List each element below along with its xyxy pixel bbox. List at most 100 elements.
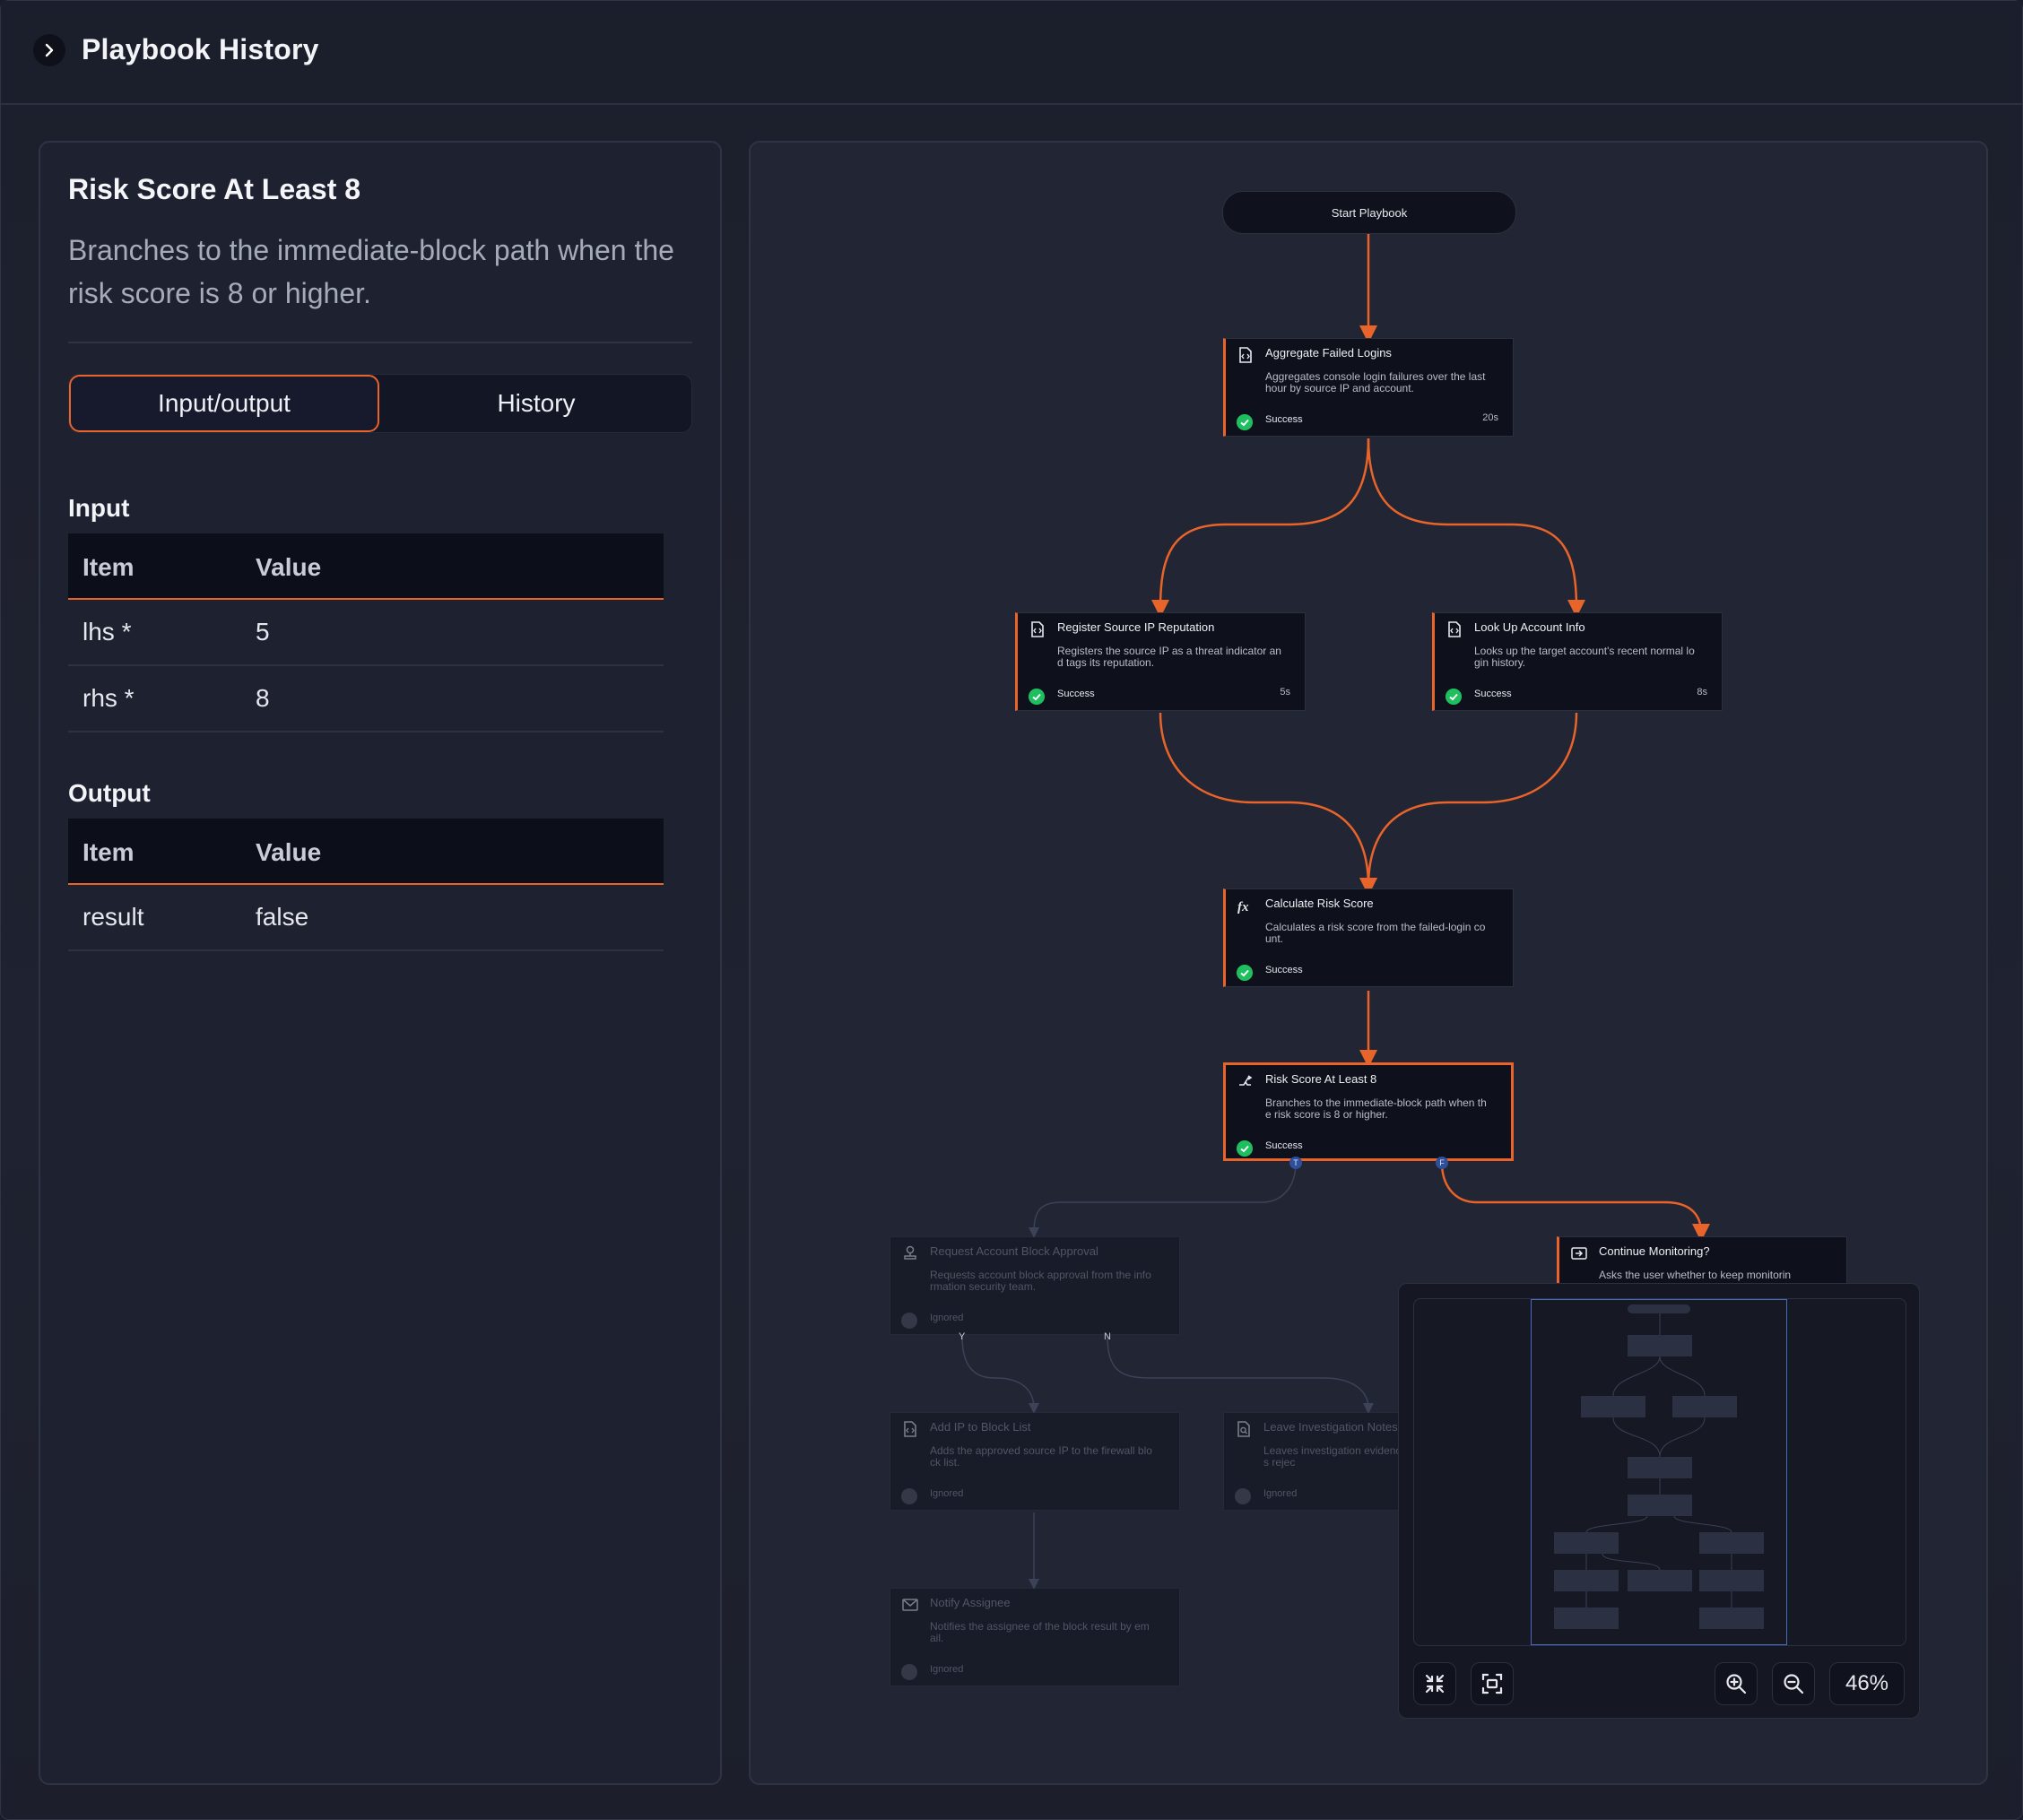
top-bar: Playbook History — [1, 1, 2022, 105]
step-detail-panel: Risk Score At Least 8 Branches to the im… — [39, 141, 722, 1785]
page-title: Playbook History — [82, 33, 319, 65]
success-check-icon — [1237, 414, 1253, 430]
table-row: result false — [68, 885, 664, 951]
node-status: Success — [1474, 689, 1512, 699]
table-row: lhs * 5 — [68, 600, 664, 666]
edge — [1359, 712, 1578, 896]
tab-input-output[interactable]: Input/output — [69, 375, 379, 432]
zoom-in-icon — [1726, 1674, 1747, 1694]
node-notify-assignee[interactable]: Notify Assignee Notifies the assignee of… — [890, 1588, 1180, 1686]
ignored-icon — [901, 1313, 917, 1329]
app-window: Playbook History Risk Score At Least 8 B… — [0, 0, 2023, 1820]
node-title: Look Up Account Info — [1474, 620, 1585, 634]
column-header-item: Item — [82, 553, 135, 581]
tab-history[interactable]: History — [381, 375, 691, 432]
yes-branch-label: Y — [959, 1331, 966, 1342]
playbook-canvas[interactable]: Start Playbook Aggregate Failed Logins A… — [749, 141, 1988, 1785]
node-description: Looks up the target account's recent nor… — [1474, 645, 1695, 669]
search-document-icon — [1237, 1421, 1250, 1437]
edge — [1159, 712, 1377, 896]
expand-panel-button[interactable] — [33, 34, 65, 66]
script-file-icon — [1031, 621, 1044, 637]
function-icon: fx — [1237, 900, 1249, 914]
node-title: Register Source IP Reputation — [1057, 620, 1215, 634]
output-heading: Output — [68, 779, 151, 807]
node-description: Registers the source IP as a threat indi… — [1057, 645, 1281, 669]
no-branch-label: N — [1104, 1331, 1111, 1342]
svg-text:fx: fx — [1237, 900, 1249, 914]
minimap-panel: 46% — [1398, 1283, 1920, 1719]
column-header-value: Value — [256, 838, 322, 866]
node-risk-score-at-least-8[interactable]: Risk Score At Least 8 Branches to the im… — [1223, 1062, 1514, 1161]
node-description: Asks the user whether to keep monitorin — [1599, 1269, 1792, 1281]
zoom-in-button[interactable] — [1715, 1662, 1758, 1705]
collapse-button[interactable] — [1413, 1662, 1456, 1705]
node-status: Success — [1265, 965, 1303, 975]
table-header: Item Value — [68, 533, 664, 600]
node-look-up-account-info[interactable]: Look Up Account Info Looks up the target… — [1432, 612, 1723, 711]
ignored-icon — [901, 1664, 917, 1680]
minimap-viewport-frame[interactable] — [1531, 1299, 1787, 1645]
table-row: rhs * 8 — [68, 666, 664, 732]
step-description: Branches to the immediate-block path whe… — [68, 234, 674, 309]
node-status: Success — [1265, 1140, 1303, 1151]
node-request-account-block-approval[interactable]: Request Account Block Approval Requests … — [890, 1236, 1180, 1335]
success-check-icon — [1446, 689, 1462, 705]
zoom-out-icon — [1784, 1674, 1804, 1694]
collapse-arrows-icon — [1425, 1674, 1445, 1694]
edge — [961, 1336, 1039, 1414]
node-description: Requests account block approval from the… — [930, 1269, 1151, 1293]
node-calculate-risk-score[interactable]: fx Calculate Risk Score Calculates a ris… — [1223, 888, 1514, 987]
row-value: 8 — [256, 684, 270, 712]
row-value: false — [256, 903, 309, 931]
edge — [1440, 1162, 1710, 1242]
fit-screen-icon — [1481, 1673, 1503, 1694]
row-value: 5 — [256, 618, 270, 646]
input-prompt-icon — [1571, 1247, 1587, 1260]
node-title: Calculate Risk Score — [1265, 897, 1374, 910]
script-file-icon — [1239, 347, 1252, 363]
true-port[interactable]: T — [1289, 1157, 1302, 1169]
node-title: Risk Score At Least 8 — [1265, 1072, 1377, 1086]
node-description: Calculates a risk score from the failed-… — [1265, 921, 1486, 945]
minimap-view[interactable] — [1413, 1298, 1906, 1646]
node-register-source-ip-reputation[interactable]: Register Source IP Reputation Registers … — [1015, 612, 1306, 711]
chevron-right-icon — [45, 43, 54, 57]
zoom-out-button[interactable] — [1772, 1662, 1815, 1705]
node-title: Notify Assignee — [930, 1596, 1011, 1609]
node-status: Ignored — [930, 1488, 964, 1499]
branch-icon — [1239, 1075, 1253, 1086]
edge — [1029, 1162, 1297, 1238]
node-description: Adds the approved source IP to the firew… — [930, 1444, 1152, 1469]
node-title: Add IP to Block List — [930, 1420, 1031, 1434]
column-header-value: Value — [256, 553, 322, 581]
node-duration: 8s — [1697, 687, 1707, 698]
row-item: rhs * — [82, 684, 135, 712]
node-status: Success — [1057, 689, 1095, 699]
step-title: Risk Score At Least 8 — [68, 173, 361, 205]
success-check-icon — [1029, 689, 1045, 705]
zoom-level: 46% — [1829, 1662, 1905, 1705]
detail-tabs: Input/output History — [68, 374, 692, 433]
node-aggregate-failed-logins[interactable]: Aggregate Failed Logins Aggregates conso… — [1223, 338, 1514, 437]
node-status: Ignored — [930, 1313, 964, 1323]
node-duration: 5s — [1280, 687, 1290, 698]
edge — [1107, 1336, 1374, 1414]
node-title: Leave Investigation Notes — [1263, 1420, 1398, 1434]
node-description: Notifies the assignee of the block resul… — [930, 1620, 1150, 1644]
table-header: Item Value — [68, 819, 664, 885]
node-title: Continue Monitoring? — [1599, 1244, 1710, 1258]
script-file-icon — [904, 1421, 916, 1437]
node-add-ip-to-block-list[interactable]: Add IP to Block List Adds the approved s… — [890, 1412, 1180, 1511]
row-item: result — [82, 903, 144, 931]
input-heading: Input — [68, 494, 130, 522]
ignored-icon — [901, 1488, 917, 1504]
success-check-icon — [1237, 965, 1253, 981]
fit-view-button[interactable] — [1471, 1662, 1514, 1705]
ignored-icon — [1235, 1488, 1251, 1504]
column-header-item: Item — [82, 838, 135, 866]
script-file-icon — [1448, 621, 1461, 637]
success-check-icon — [1237, 1140, 1253, 1157]
start-playbook-node[interactable]: Start Playbook — [1222, 191, 1516, 234]
false-port[interactable]: F — [1436, 1157, 1448, 1169]
